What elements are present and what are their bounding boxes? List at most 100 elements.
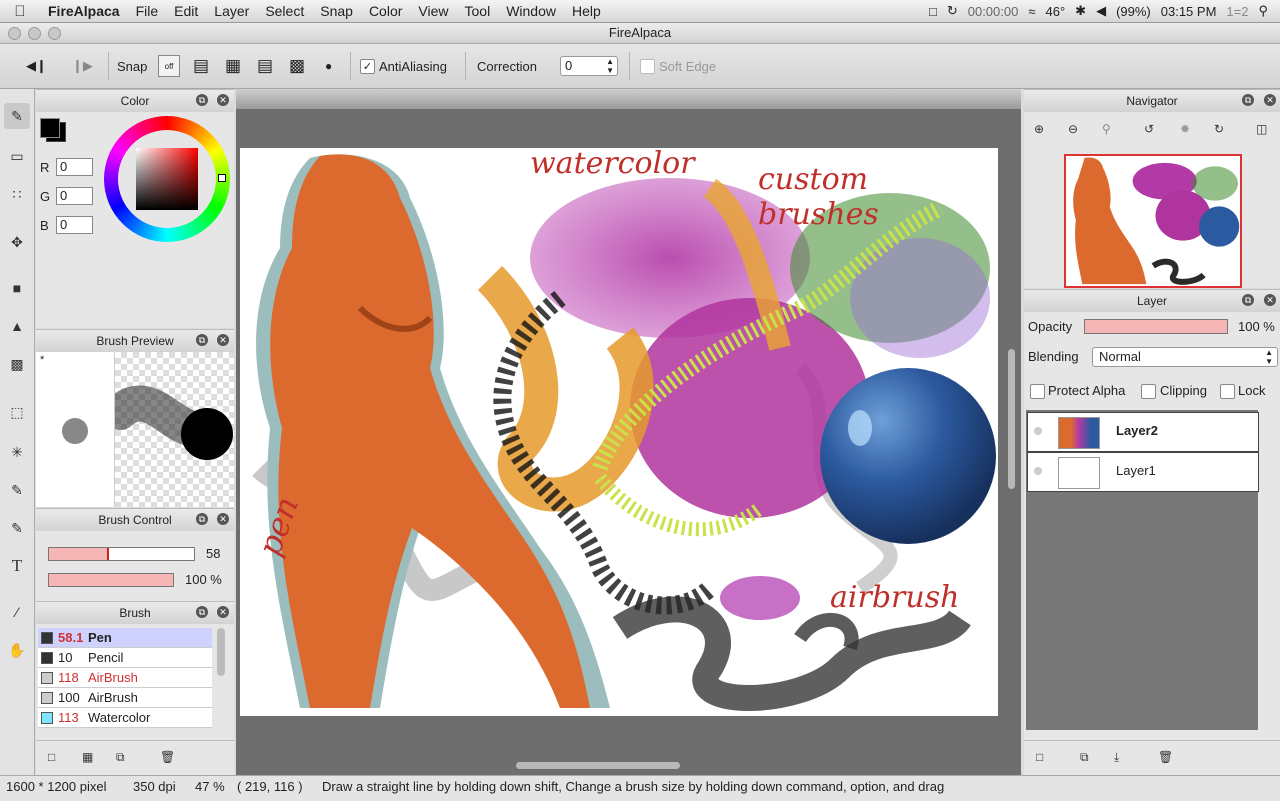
layer-visibility-icon[interactable] xyxy=(1034,427,1042,435)
lock-checkbox[interactable] xyxy=(1220,384,1235,399)
zoom-out-icon[interactable]: ⊖ xyxy=(1068,122,1082,136)
panel-close-icon[interactable]: ✕ xyxy=(217,606,229,618)
battery-label[interactable]: (99%) xyxy=(1116,4,1151,19)
brush-item-airbrush[interactable]: 118 AirBrush xyxy=(38,668,212,688)
layer-row-layer2[interactable]: Layer2 xyxy=(1027,412,1259,452)
wifi-icon[interactable]: ≈ xyxy=(1028,4,1035,19)
layer-visibility-icon[interactable] xyxy=(1034,467,1042,475)
stepper-arrows-icon[interactable]: ▲ ▼ xyxy=(606,57,614,75)
eraser-tool-icon[interactable]: ▭ xyxy=(4,143,30,169)
temperature-label[interactable]: 46° xyxy=(1045,4,1065,19)
correction-stepper[interactable]: 0 ▲ ▼ xyxy=(560,56,618,76)
g-input[interactable]: 0 xyxy=(56,187,93,205)
brush-item-pencil[interactable]: 10 Pencil xyxy=(38,648,212,668)
flip-horizontal-icon[interactable]: ◫ xyxy=(1256,122,1270,136)
rotate-reset-icon[interactable]: ✹ xyxy=(1180,122,1194,136)
volume-icon[interactable]: ◀ xyxy=(1096,3,1106,19)
brush-size-slider[interactable] xyxy=(48,547,195,561)
menu-edit[interactable]: Edit xyxy=(166,0,206,22)
delete-brush-icon[interactable]: 🗑 xyxy=(160,750,175,764)
antialiasing-checkbox[interactable]: ✓ xyxy=(360,58,375,74)
panel-float-icon[interactable]: ⧉ xyxy=(1242,94,1254,106)
saturation-value-square[interactable] xyxy=(136,148,198,210)
brush-list-scrollbar[interactable] xyxy=(217,628,225,676)
vertical-scrollbar[interactable] xyxy=(1008,349,1015,489)
bluetooth-icon[interactable]: ✱ xyxy=(1075,3,1086,19)
brush-settings-icon[interactable]: ▦ xyxy=(82,750,96,764)
hue-marker[interactable] xyxy=(218,174,226,182)
screen-icon[interactable]: □ xyxy=(929,4,937,19)
text-tool-icon[interactable]: T xyxy=(4,553,30,579)
snap-off-button[interactable]: off xyxy=(158,55,180,77)
brush-tool-icon[interactable]: ✎ xyxy=(4,103,30,129)
brush-item-watercolor[interactable]: 113 Watercolor xyxy=(38,708,212,728)
select-eraser-tool-icon[interactable]: ✎ xyxy=(4,515,30,541)
duplicate-layer-icon[interactable]: ⧉ xyxy=(1080,750,1094,764)
snap-grid-icon[interactable]: ▦ xyxy=(225,44,241,88)
menu-tool[interactable]: Tool xyxy=(457,0,499,22)
apple-icon[interactable]:  xyxy=(0,3,40,20)
brush-opacity-slider[interactable] xyxy=(48,573,174,587)
navigator-thumbnail[interactable] xyxy=(1064,154,1242,288)
next-icon[interactable]: ❙▶ xyxy=(72,44,93,88)
select-pen-tool-icon[interactable]: ✎ xyxy=(4,477,30,503)
panel-close-icon[interactable]: ✕ xyxy=(217,513,229,525)
protect-alpha-checkbox[interactable] xyxy=(1030,384,1045,399)
zoom-in-icon[interactable]: ⊕ xyxy=(1034,122,1048,136)
new-layer-icon[interactable]: □ xyxy=(1036,750,1050,764)
soft-edge-checkbox[interactable] xyxy=(640,58,655,74)
drawing-canvas[interactable]: watercolor custom brushes pen airbrush xyxy=(240,148,998,716)
hue-wheel[interactable] xyxy=(104,116,230,242)
blending-select[interactable]: Normal ▲ ▼ xyxy=(1092,347,1278,367)
b-input[interactable]: 0 xyxy=(56,216,93,234)
menu-view[interactable]: View xyxy=(410,0,456,22)
bucket-tool-icon[interactable]: ▲ xyxy=(4,313,30,339)
menu-layer[interactable]: Layer xyxy=(206,0,257,22)
clock-label[interactable]: 03:15 PM xyxy=(1161,4,1217,19)
prev-icon[interactable]: ◀❙ xyxy=(26,44,47,88)
dot-tool-icon[interactable]: ∷ xyxy=(4,181,30,207)
menu-select[interactable]: Select xyxy=(257,0,312,22)
horizontal-scrollbar[interactable] xyxy=(516,762,680,769)
new-brush-icon[interactable]: □ xyxy=(48,750,62,764)
panel-close-icon[interactable]: ✕ xyxy=(1264,294,1276,306)
menu-file[interactable]: File xyxy=(128,0,167,22)
r-input[interactable]: 0 xyxy=(56,158,93,176)
extra-label[interactable]: 1=2 xyxy=(1226,4,1248,19)
snap-cross-icon[interactable]: ▤ xyxy=(257,44,273,88)
panel-float-icon[interactable]: ⧉ xyxy=(1242,294,1254,306)
panel-float-icon[interactable]: ⧉ xyxy=(196,513,208,525)
layer-opacity-slider[interactable] xyxy=(1084,319,1228,334)
clipping-checkbox[interactable] xyxy=(1141,384,1156,399)
sync-icon[interactable]: ↻ xyxy=(947,3,958,19)
foreground-color-swatch[interactable] xyxy=(40,118,60,138)
panel-float-icon[interactable]: ⧉ xyxy=(196,94,208,106)
menu-window[interactable]: Window xyxy=(498,0,564,22)
snap-parallel-icon[interactable]: ▤ xyxy=(193,44,209,88)
layer-row-layer1[interactable]: Layer1 xyxy=(1027,452,1259,492)
merge-layer-icon[interactable]: ⤓ xyxy=(1114,750,1128,764)
hand-tool-icon[interactable]: ✋ xyxy=(4,637,30,663)
close-window-icon[interactable] xyxy=(8,27,21,40)
snap-circle-icon[interactable]: ● xyxy=(325,44,332,88)
panel-close-icon[interactable]: ✕ xyxy=(1264,94,1276,106)
snap-perspective-icon[interactable]: ▩ xyxy=(289,44,305,88)
duplicate-brush-icon[interactable]: ⧉ xyxy=(116,750,130,764)
panel-float-icon[interactable]: ⧉ xyxy=(196,606,208,618)
gradient-tool-icon[interactable]: ▩ xyxy=(4,351,30,377)
delete-layer-icon[interactable]: 🗑 xyxy=(1158,750,1173,764)
menu-app[interactable]: FireAlpaca xyxy=(40,0,128,22)
menu-color[interactable]: Color xyxy=(361,0,410,22)
zoom-fit-icon[interactable]: ⚲ xyxy=(1102,122,1116,136)
magic-wand-tool-icon[interactable]: ✳ xyxy=(4,439,30,465)
rotate-right-icon[interactable]: ↻ xyxy=(1214,122,1228,136)
move-tool-icon[interactable]: ✥ xyxy=(4,229,30,255)
select-tool-icon[interactable]: ⬚ xyxy=(4,399,30,425)
zoom-window-icon[interactable] xyxy=(48,27,61,40)
brush-item-pen[interactable]: 58.1 Pen xyxy=(38,628,212,648)
eyedropper-tool-icon[interactable]: ⁄ xyxy=(4,599,30,625)
spotlight-search-icon[interactable]: ⚲ xyxy=(1258,3,1268,19)
panel-float-icon[interactable]: ⧉ xyxy=(196,334,208,346)
minimize-window-icon[interactable] xyxy=(28,27,41,40)
fill-tool-icon[interactable]: ■ xyxy=(4,275,30,301)
